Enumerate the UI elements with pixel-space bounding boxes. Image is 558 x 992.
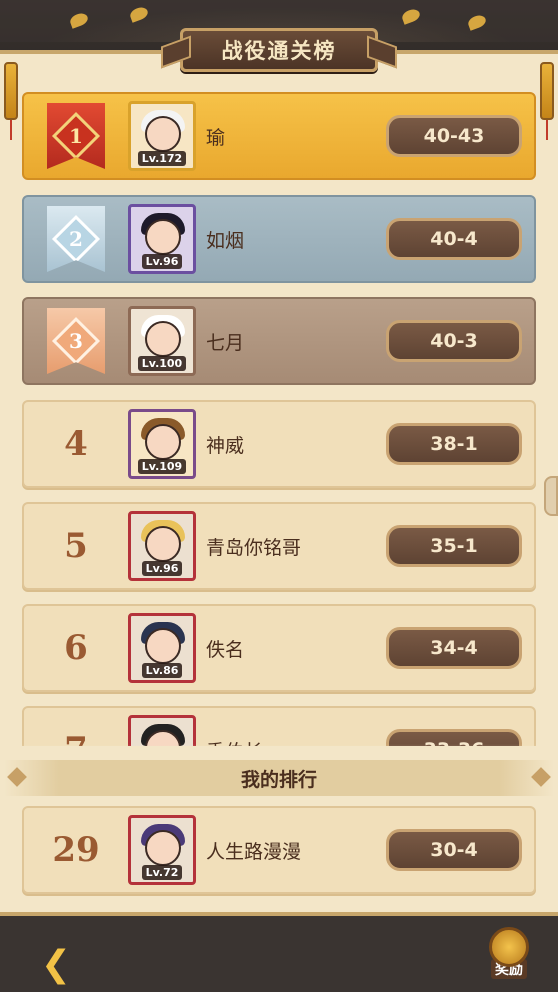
score-pill: 38-1 <box>386 423 522 465</box>
leaderboard-row-3[interactable]: 3 Lv.100 七月 40-3 <box>22 297 536 385</box>
rank-number: 1 <box>69 123 83 148</box>
face-decoration <box>145 424 181 460</box>
face-decoration <box>145 830 181 866</box>
avatar[interactable] <box>128 715 196 746</box>
face-decoration <box>145 628 181 664</box>
player-name: 七月 <box>206 331 245 354</box>
rank-badge: 1 <box>24 94 128 178</box>
leaderboard-row-5[interactable]: 5 Lv.96 青岛你铭哥 35-1 <box>22 502 536 590</box>
player-name: 佚名 <box>206 638 245 661</box>
player-name: 神威 <box>206 434 245 457</box>
leaderboard-row-2[interactable]: 2 Lv.96 如烟 40-4 <box>22 195 536 283</box>
back-button[interactable]: ❮ <box>28 943 84 985</box>
rank-number: 6 <box>64 628 88 668</box>
rank-number: 5 <box>64 526 88 566</box>
player-level: Lv.72 <box>141 865 183 880</box>
score-pill: 40-4 <box>386 218 522 260</box>
rank-badge: 29 <box>24 808 128 892</box>
rank-number: 29 <box>52 830 100 870</box>
my-rank-label: 我的排行 <box>240 768 317 791</box>
score-pill: 30-4 <box>386 829 522 871</box>
silver-rank-banner-icon: 2 <box>47 206 105 272</box>
rank-badge: 4 <box>24 402 128 486</box>
face-decoration <box>145 116 181 152</box>
player-name: 人生路漫漫 <box>206 840 302 863</box>
avatar[interactable]: Lv.96 <box>128 204 196 274</box>
player-name: 青岛你铭哥 <box>206 536 302 559</box>
reward-button[interactable]: 奖励 <box>478 918 540 984</box>
leaderboard-row-7[interactable]: 7 季伯长 33-36 <box>22 706 536 746</box>
rank-number: 4 <box>64 424 88 464</box>
diamond-ornament-icon <box>531 767 551 787</box>
face-decoration <box>145 219 181 255</box>
face-decoration <box>145 526 181 562</box>
diamond-ornament-icon <box>7 767 27 787</box>
avatar[interactable]: Lv.109 <box>128 409 196 479</box>
gold-rank-banner-icon: 1 <box>47 103 105 169</box>
rank-badge: 6 <box>24 606 128 690</box>
face-decoration <box>145 321 181 357</box>
rank-badge: 2 <box>24 197 128 281</box>
rank-badge: 5 <box>24 504 128 588</box>
rank-badge: 3 <box>24 299 128 383</box>
rank-badge: 7 <box>24 708 128 746</box>
leaderboard-list[interactable]: 1 Lv.172 瑜 40-43 2 Lv.96 如烟 40-4 3 Lv.10… <box>0 84 558 746</box>
score-pill: 40-3 <box>386 320 522 362</box>
avatar[interactable]: Lv.100 <box>128 306 196 376</box>
player-name: 如烟 <box>206 229 245 252</box>
bronze-rank-banner-icon: 3 <box>47 308 105 374</box>
my-rank-row[interactable]: 29 Lv.72 人生路漫漫 30-4 <box>22 806 536 894</box>
player-level: Lv.100 <box>137 356 187 371</box>
rank-number: 2 <box>69 226 83 251</box>
page-title: 战役通关榜 <box>180 28 378 72</box>
rank-number: 3 <box>69 328 83 353</box>
avatar[interactable]: Lv.86 <box>128 613 196 683</box>
player-level: Lv.86 <box>141 663 183 678</box>
my-rank-divider: 我的排行 <box>4 760 554 796</box>
coin-icon <box>480 918 538 976</box>
player-level: Lv.96 <box>141 254 183 269</box>
player-level: Lv.96 <box>141 561 183 576</box>
score-pill: 34-4 <box>386 627 522 669</box>
score-pill: 35-1 <box>386 525 522 567</box>
avatar[interactable]: Lv.72 <box>128 815 196 885</box>
player-level: Lv.172 <box>137 151 187 166</box>
leaderboard-row-1[interactable]: 1 Lv.172 瑜 40-43 <box>22 92 536 180</box>
side-expand-tab[interactable] <box>544 476 558 516</box>
avatar[interactable]: Lv.96 <box>128 511 196 581</box>
back-arrow-icon: ❮ <box>40 943 72 985</box>
player-level: Lv.109 <box>137 459 187 474</box>
leaderboard-row-4[interactable]: 4 Lv.109 神威 38-1 <box>22 400 536 488</box>
leaderboard-row-6[interactable]: 6 Lv.86 佚名 34-4 <box>22 604 536 692</box>
score-pill: 40-43 <box>386 115 522 157</box>
avatar[interactable]: Lv.172 <box>128 101 196 171</box>
player-name: 瑜 <box>206 126 226 149</box>
